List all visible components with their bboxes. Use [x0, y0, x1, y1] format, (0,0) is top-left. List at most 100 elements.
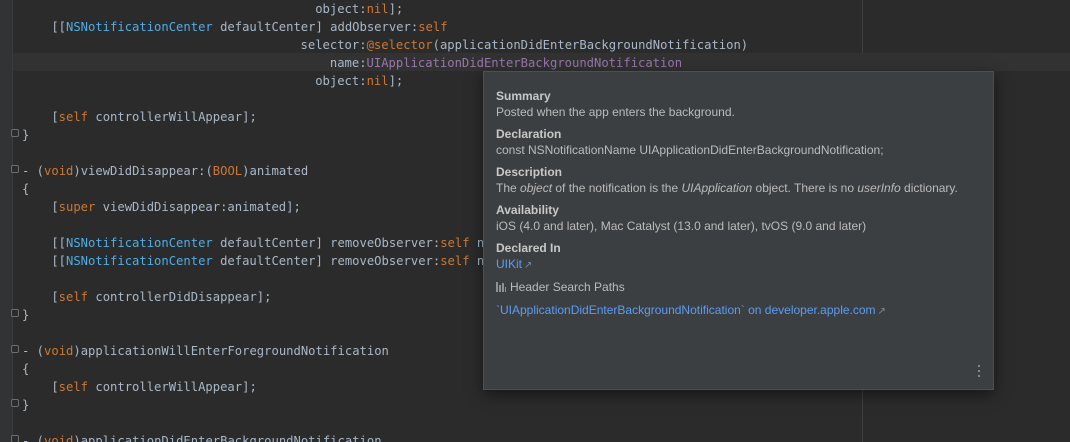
code-token: ];	[388, 74, 404, 88]
description-object: object	[520, 181, 553, 195]
fold-marker-icon[interactable]	[11, 435, 19, 442]
code-token: defaultCenter] removeObserver:	[212, 236, 441, 250]
code-token: controllerDidDisappear];	[88, 290, 272, 304]
editor-gutter	[0, 0, 12, 442]
declaration-body: const NSNotificationName UIApplicationDi…	[496, 143, 884, 157]
more-vertical-icon[interactable]	[977, 365, 981, 377]
description-title: Description	[496, 165, 563, 179]
description-uiapplication: UIApplication	[681, 181, 753, 195]
fold-marker-icon[interactable]	[11, 309, 19, 317]
declared-in-title: Declared In	[496, 241, 561, 255]
header-search-paths-row[interactable]: Header Search Paths	[496, 279, 625, 295]
declaration-title: Declaration	[496, 127, 562, 141]
description-text: of the notification is the	[552, 181, 682, 195]
header-search-label: Header Search Paths	[510, 280, 625, 294]
code-line[interactable]: - (void)applicationDidEnterBackgroundNot…	[22, 432, 382, 442]
code-token: NSNotificationCenter	[66, 254, 213, 268]
code-token: selector:	[300, 38, 367, 52]
code-token: [	[51, 290, 59, 304]
code-line[interactable]: {	[22, 360, 29, 378]
code-line[interactable]: object:nil];	[315, 72, 403, 90]
code-token: }	[22, 308, 30, 322]
code-token: NSNotificationCenter	[66, 20, 213, 34]
code-token: - (	[22, 344, 45, 358]
availability-section: Availability iOS (4.0 and later), Mac Ca…	[496, 203, 981, 234]
developer-apple-link[interactable]: `UIApplicationDidEnterBackgroundNotifica…	[496, 303, 876, 317]
code-token: {	[22, 182, 30, 196]
description-text: dictionary.	[900, 181, 958, 195]
code-line[interactable]: object:nil];	[315, 0, 403, 18]
code-token: self	[58, 110, 89, 124]
code-token: viewDidDisappear:animated];	[95, 200, 301, 214]
code-token: nil	[366, 74, 389, 88]
code-token: )viewDidDisappear:(	[73, 164, 213, 178]
code-line[interactable]: - (void)viewDidDisappear:(BOOL)animated	[22, 162, 308, 180]
summary-title: Summary	[496, 89, 551, 103]
code-token: UIApplicationDidEnterBackgroundNotificat…	[366, 56, 683, 70]
code-line[interactable]: selector:@selector(applicationDidEnterBa…	[301, 36, 749, 54]
code-line[interactable]: {	[22, 180, 29, 198]
code-token: name:	[329, 56, 367, 70]
code-token: ];	[388, 2, 404, 16]
fold-marker-icon[interactable]	[11, 345, 19, 353]
code-token: controllerWillAppear];	[88, 110, 257, 124]
availability-body: iOS (4.0 and later), Mac Catalyst (13.0 …	[496, 219, 867, 233]
code-token: [	[51, 110, 59, 124]
code-editor[interactable]: object:nil]; [[NSNotificationCenter defau…	[0, 0, 1070, 442]
code-token: }	[22, 128, 30, 142]
code-token: [[	[51, 20, 66, 34]
code-line[interactable]: [self controllerDidDisappear];	[51, 288, 271, 306]
code-line[interactable]: - (void)applicationWillEnterForegroundNo…	[22, 342, 389, 360]
availability-title: Availability	[496, 203, 559, 217]
code-token: - (	[22, 164, 45, 178]
developer-link-section: `UIApplicationDidEnterBackgroundNotifica…	[496, 302, 981, 320]
code-line[interactable]: }	[22, 396, 29, 414]
code-token: void	[44, 434, 74, 442]
declared-in-section: Declared In UIKit ↗	[496, 241, 981, 274]
code-token: self	[440, 254, 470, 268]
description-body: The object of the notification is the UI…	[496, 180, 981, 196]
code-token: controllerWillAppear];	[88, 380, 257, 394]
code-line[interactable]: [self controllerWillAppear];	[51, 108, 256, 126]
summary-body: Posted when the app enters the backgroun…	[496, 105, 735, 119]
fold-marker-icon[interactable]	[11, 129, 19, 137]
code-token: }	[22, 398, 30, 412]
code-token: object:	[315, 74, 367, 88]
code-token: void	[44, 344, 74, 358]
code-token: super	[58, 200, 96, 214]
code-line[interactable]: [super viewDidDisappear:animated];	[51, 198, 300, 216]
code-token: nil	[366, 2, 389, 16]
summary-section: Summary Posted when the app enters the b…	[496, 89, 981, 120]
code-token: self	[440, 236, 470, 250]
code-token: BOOL	[212, 164, 243, 178]
declaration-section: Declaration const NSNotificationName UIA…	[496, 127, 981, 158]
code-token: void	[44, 164, 74, 178]
code-line[interactable]: [[NSNotificationCenter defaultCenter] re…	[51, 234, 506, 252]
header-search-icon	[496, 282, 506, 292]
code-token: (applicationDidEnterBackgroundNotificati…	[432, 38, 749, 52]
code-line[interactable]: name:UIApplicationDidEnterBackgroundNoti…	[330, 54, 682, 72]
fold-marker-icon[interactable]	[11, 399, 19, 407]
code-line[interactable]: [[NSNotificationCenter defaultCenter] ad…	[51, 18, 447, 36]
code-token: {	[22, 362, 30, 376]
code-token: [[	[51, 254, 66, 268]
code-token: - (	[22, 434, 45, 442]
description-userinfo: userInfo	[857, 181, 901, 195]
description-text: The	[496, 181, 521, 195]
uikit-link[interactable]: UIKit	[496, 257, 522, 271]
code-line[interactable]: [self controllerWillAppear];	[51, 378, 256, 396]
code-line[interactable]: }	[22, 306, 29, 324]
external-link-icon: ↗	[877, 306, 886, 317]
quick-documentation-popup[interactable]: Summary Posted when the app enters the b…	[483, 71, 994, 390]
code-line[interactable]: }	[22, 126, 29, 144]
description-section: Description The object of the notificati…	[496, 165, 981, 196]
code-line[interactable]: [[NSNotificationCenter defaultCenter] re…	[51, 252, 506, 270]
code-token: [	[51, 380, 59, 394]
code-token: object:	[315, 2, 367, 16]
code-token: [[	[51, 236, 66, 250]
fold-marker-icon[interactable]	[11, 165, 19, 173]
code-token: )applicationWillEnterForegroundNotificat…	[73, 344, 389, 358]
code-token: )applicationDidEnterBackgroundNotificati…	[73, 434, 382, 442]
code-token: )animated	[242, 164, 309, 178]
code-token: defaultCenter] addObserver:	[212, 20, 419, 34]
